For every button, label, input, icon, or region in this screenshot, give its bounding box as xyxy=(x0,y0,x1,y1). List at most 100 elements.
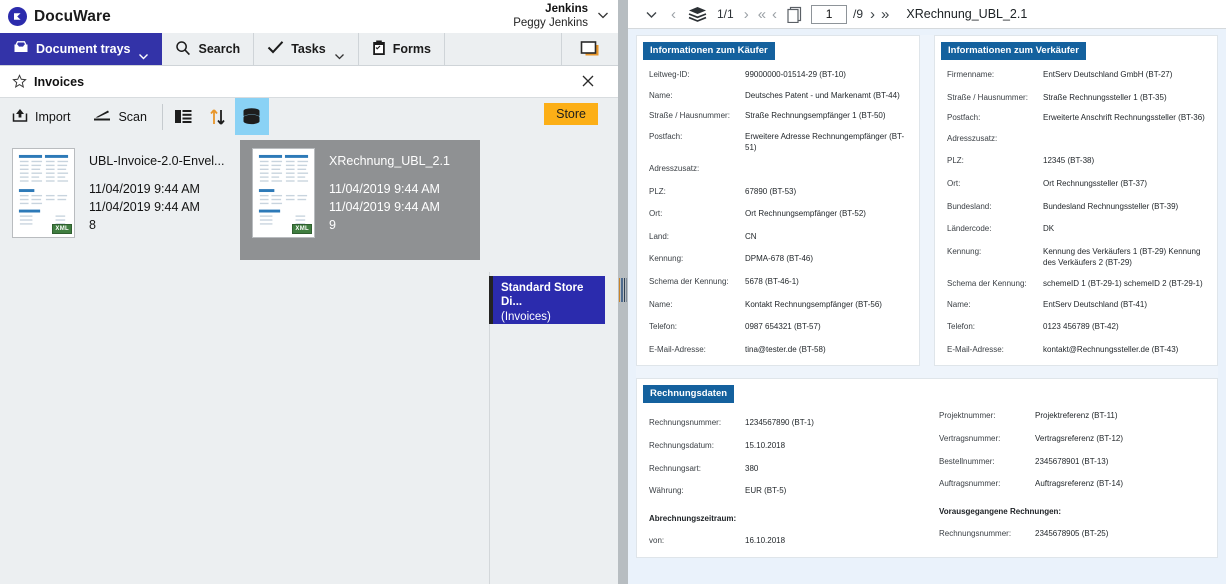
page-number-input[interactable] xyxy=(811,4,848,24)
scan-button[interactable]: Scan xyxy=(81,98,158,135)
document-page-count: 8 xyxy=(89,217,96,232)
database-stack-icon[interactable] xyxy=(234,98,269,135)
field-row: Schema der Kennung: schemeID 1 (BT-29-1) … xyxy=(935,278,1217,290)
field-value: EUR (BT-5) xyxy=(745,486,787,496)
close-icon[interactable] xyxy=(580,73,596,89)
field-key: Telefon: xyxy=(947,322,976,332)
user-menu[interactable]: Jenkins Peggy Jenkins xyxy=(513,0,588,33)
document-viewer-pane: ‹ 1/1 › « ‹ /9 › » XRechnu xyxy=(628,0,1226,584)
field-key: Kennung: xyxy=(947,246,982,256)
field-value: Bundesland Rechnungssteller (BT-39) xyxy=(1043,201,1179,211)
tray-document-item[interactable]: XML XRechnung_UBL_2.1 11/04/2019 9:44 AM… xyxy=(240,140,480,260)
next-document-button[interactable]: › xyxy=(738,0,755,29)
field-key: Abrechnungszeitraum: xyxy=(649,513,737,523)
field-value: CN xyxy=(745,231,757,241)
field-value: 12345 (BT-38) xyxy=(1043,156,1095,166)
tray-icon xyxy=(13,40,29,58)
nav-item-search[interactable]: Search xyxy=(162,33,255,65)
field-row: Firmenname: EntServ Deutschland GmbH (BT-… xyxy=(935,69,1217,81)
field-key: Name: xyxy=(947,299,971,309)
field-value: Kennung des Verkäufers 1 (BT-29) Kennung… xyxy=(1043,246,1201,268)
last-page-button[interactable]: » xyxy=(878,0,892,29)
first-page-button[interactable]: « xyxy=(755,0,769,29)
list-view-icon[interactable] xyxy=(167,98,201,135)
field-key: E-Mail-Adresse: xyxy=(947,344,1004,354)
field-row: Name: EntServ Deutschland (BT-41) xyxy=(935,299,1217,311)
document-modified: 11/04/2019 9:44 AM xyxy=(89,199,200,214)
field-key: Projektnummer: xyxy=(939,411,996,421)
field-row: PLZ: 67890 (BT-53) xyxy=(637,186,919,198)
field-row: Rechnungsdatum: 15.10.2018 xyxy=(637,440,927,452)
field-key: Ort: xyxy=(649,209,663,219)
field-key: Straße / Hausnummer: xyxy=(649,111,730,121)
field-group-header: Abrechnungszeitraum: xyxy=(637,513,927,525)
document-title: XRechnung_UBL_2.1 xyxy=(329,154,450,168)
document-canvas[interactable]: Informationen zum Käufer Leitweg-ID: 9900… xyxy=(628,29,1226,584)
nav-item-forms[interactable]: Forms xyxy=(359,33,445,65)
tray-document-item[interactable]: XML UBL-Invoice-2.0-Envel... 11/04/2019 … xyxy=(0,140,240,260)
field-key: Kennung: xyxy=(649,254,684,264)
star-outline-icon[interactable] xyxy=(12,74,27,89)
chevron-down-icon[interactable] xyxy=(334,51,345,62)
field-value: Projektreferenz (BT-11) xyxy=(1035,411,1118,421)
field-value: Auftragsreferenz (BT-14) xyxy=(1035,479,1124,489)
field-row: Ländercode: DK xyxy=(935,223,1217,235)
seller-info-card: Informationen zum Verkäufer Firmenname: E… xyxy=(934,35,1218,367)
field-value: tina@tester.de (BT-58) xyxy=(745,344,826,354)
pane-splitter[interactable] xyxy=(618,0,628,584)
field-key: Rechnungsdatum: xyxy=(649,440,714,450)
previous-page-button[interactable]: ‹ xyxy=(769,0,780,29)
field-value: 5678 (BT-46-1) xyxy=(745,276,799,286)
buyer-card-badge: Informationen zum Käufer xyxy=(643,42,775,60)
document-thumbnail[interactable]: XML xyxy=(12,148,75,238)
window-restore-icon[interactable] xyxy=(562,33,618,65)
field-key: Telefon: xyxy=(649,322,678,332)
document-thumbnail[interactable]: XML xyxy=(252,148,315,238)
brand-logo[interactable]: DocuWare xyxy=(0,7,111,26)
xml-badge: XML xyxy=(52,224,72,234)
chevron-down-icon[interactable] xyxy=(138,51,149,62)
field-row: von: 16.10.2018 xyxy=(637,535,927,547)
field-value: Kontakt Rechnungsempfänger (BT-56) xyxy=(745,299,882,309)
field-key: Name: xyxy=(649,90,673,100)
document-page: Informationen zum Käufer Leitweg-ID: 9900… xyxy=(636,35,1218,558)
field-value: 99000000-01514-29 (BT-10) xyxy=(745,70,846,79)
document-tray-toolbar: Import Scan Store xyxy=(0,98,618,135)
seller-card-badge: Informationen zum Verkäufer xyxy=(941,42,1086,60)
field-row: Bestellnummer: 2345678901 (BT-13) xyxy=(927,456,1217,468)
field-value: kontakt@Rechnungssteller.de (BT-43) xyxy=(1043,344,1179,354)
nav-item-tasks[interactable]: Tasks xyxy=(254,33,359,65)
user-full-name: Peggy Jenkins xyxy=(513,16,588,29)
document-created: 11/04/2019 9:44 AM xyxy=(329,182,440,196)
field-value: Ort Rechnungssteller (BT-37) xyxy=(1043,178,1148,188)
viewer-toolbar: ‹ 1/1 › « ‹ /9 › » XRechnu xyxy=(628,0,1226,29)
splitter-grip[interactable] xyxy=(619,278,627,302)
invoice-data-right-column: Projektnummer: Projektreferenz (BT-11) Ve… xyxy=(927,379,1217,557)
viewer-filename: XRechnung_UBL_2.1 xyxy=(906,7,1028,21)
field-row: Projektnummer: Projektreferenz (BT-11) xyxy=(927,410,1217,422)
field-value: EntServ Deutschland GmbH (BT-27) xyxy=(1043,70,1173,79)
brand-bar: DocuWare Jenkins Peggy Jenkins xyxy=(0,0,618,33)
import-button[interactable]: Import xyxy=(0,98,81,135)
field-row: Rechnungsart: 380 xyxy=(637,463,927,475)
layers-icon[interactable] xyxy=(682,0,713,29)
chevron-down-icon[interactable] xyxy=(638,0,665,29)
field-row: Postfach: Erweiterte Anschrift Rechnungss… xyxy=(935,112,1217,124)
field-row: Bundesland: Bundesland Rechnungssteller (… xyxy=(935,201,1217,213)
sort-updown-icon[interactable] xyxy=(201,98,235,135)
next-page-button[interactable]: › xyxy=(867,0,878,29)
field-value: Vertragsreferenz (BT-12) xyxy=(1035,433,1124,443)
field-group-header: Vorausgegangene Rechnungen: xyxy=(927,506,1217,518)
document-page-count: 9 xyxy=(329,217,336,232)
nav-item-document-trays[interactable]: Document trays xyxy=(0,33,163,65)
store-dialog-panel[interactable]: Standard Store Di... (Invoices) xyxy=(489,276,605,324)
field-row: E-Mail-Adresse: tina@tester.de (BT-58) xyxy=(637,344,919,356)
store-button[interactable]: Store xyxy=(544,103,598,125)
previous-document-button[interactable]: ‹ xyxy=(665,0,682,29)
store-dialog-title: Standard Store Di... xyxy=(501,282,584,308)
field-value: 16.10.2018 xyxy=(745,536,786,546)
field-key: Rechnungsart: xyxy=(649,463,702,473)
chevron-down-icon[interactable] xyxy=(596,8,610,22)
invoice-data-left-column: Rechnungsdaten Rechnungsnummer: 123456789… xyxy=(637,379,927,557)
field-row: Adresszusatz: xyxy=(637,163,919,175)
